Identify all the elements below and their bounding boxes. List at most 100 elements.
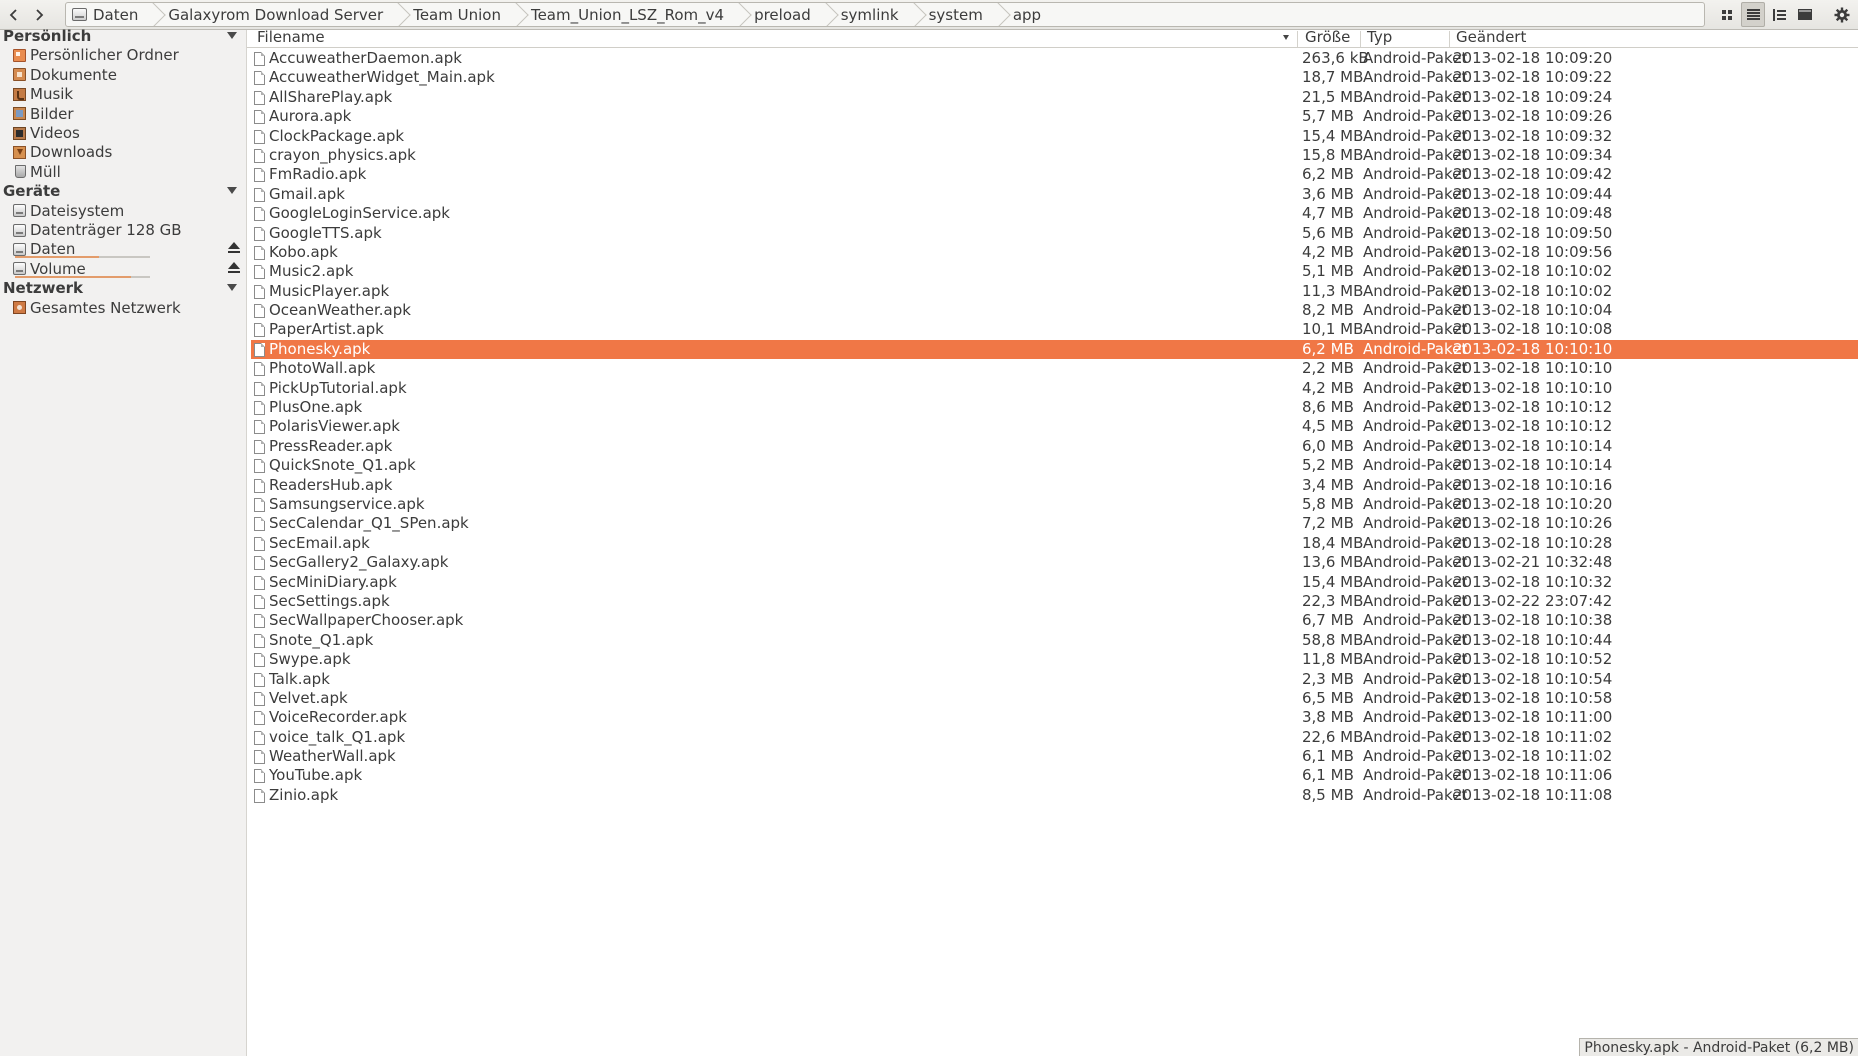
sidebar-item-persönlicher-ordner[interactable]: Persönlicher Ordner <box>13 45 243 65</box>
eject-icon[interactable] <box>228 242 240 254</box>
table-row[interactable]: crayon_physics.apk 15,8 MB Android-Paket 20… <box>251 146 1858 165</box>
sidebar-section-header[interactable]: Geräte <box>3 180 243 202</box>
sidebar-section-header[interactable]: Persönlich <box>3 25 243 47</box>
table-row[interactable]: Phonesky.apk 6,2 MB Android-Paket 2013-02-1… <box>251 339 1858 360</box>
table-row[interactable]: QuickSnote_Q1.apk 5,2 MB Android-Paket 2013… <box>251 456 1858 475</box>
table-row[interactable]: Kobo.apk 4,2 MB Android-Paket 2013-02-18 10… <box>251 243 1858 262</box>
table-row[interactable]: Music2.apk 5,1 MB Android-Paket 2013-02-18 … <box>251 262 1858 281</box>
table-row[interactable]: Velvet.apk 6,5 MB Android-Paket 2013-02-18 … <box>251 689 1858 708</box>
sidebar-item-müll[interactable]: Müll <box>13 162 243 182</box>
file-name: PhotoWall.apk <box>269 359 376 378</box>
table-row[interactable]: ReadersHub.apk 3,4 MB Android-Paket 2013-02… <box>251 476 1858 495</box>
table-row[interactable]: ClockPackage.apk 15,4 MB Android-Paket 2013… <box>251 127 1858 146</box>
breadcrumb-item[interactable]: system <box>917 3 1001 26</box>
file-name: WeatherWall.apk <box>269 747 396 766</box>
table-row[interactable]: AccuweatherDaemon.apk 263,6 kB Android-Pak… <box>251 49 1858 68</box>
column-size[interactable]: Größe <box>1305 30 1350 47</box>
breadcrumb-item[interactable]: preload <box>742 3 829 26</box>
table-row[interactable]: PolarisViewer.apk 4,5 MB Android-Paket 2013… <box>251 417 1858 436</box>
table-row[interactable]: GoogleLoginService.apk 4,7 MB Android-Pake… <box>251 204 1858 223</box>
eject-icon[interactable] <box>228 261 240 274</box>
sidebar-item-dokumente[interactable]: Dokumente <box>13 65 243 85</box>
toolbar: Daten Galaxyrom Download Server Team Union… <box>0 0 1858 30</box>
table-row[interactable]: PlusOne.apk 8,6 MB Android-Paket 2013-02-18… <box>251 398 1858 417</box>
sidebar-item-datenträger-128-gb[interactable]: Datenträger 128 GB <box>13 220 243 240</box>
file-modified: 2013-02-18 10:10:10 <box>1453 378 1613 397</box>
table-row[interactable]: SecSettings.apk 22,3 MB Android-Paket 2013-… <box>251 592 1858 611</box>
list-view-button[interactable] <box>1741 2 1765 27</box>
sidebar-item-downloads[interactable]: Downloads <box>13 142 243 162</box>
column-separator[interactable] <box>1297 31 1298 47</box>
table-row[interactable]: SecGallery2_Galaxy.apk 13,6 MB Android-Pak… <box>251 553 1858 572</box>
sidebar-item-bilder[interactable]: Bilder <box>13 104 243 124</box>
table-row[interactable]: WeatherWall.apk 6,1 MB Android-Paket 2013-0… <box>251 747 1858 766</box>
breadcrumb-item[interactable]: Team_Union_LSZ_Rom_v4 <box>519 3 742 26</box>
file-size: 15,8 MB <box>1302 145 1364 164</box>
table-row[interactable]: Gmail.apk 3,6 MB Android-Paket 2013-02-18 1… <box>251 185 1858 204</box>
breadcrumb-item[interactable]: app <box>1001 3 1059 26</box>
column-filename[interactable]: Filename <box>257 30 325 47</box>
sidebar-item-gesamtes-netzwerk[interactable]: Gesamtes Netzwerk <box>13 298 243 318</box>
breadcrumb-item[interactable]: Daten <box>66 3 156 26</box>
sidebar-item-dateisystem[interactable]: Dateisystem <box>13 201 243 221</box>
table-row[interactable]: voice_talk_Q1.apk 22,6 MB Android-Paket 201… <box>251 728 1858 747</box>
file-icon <box>254 207 265 222</box>
table-row[interactable]: Talk.apk 2,3 MB Android-Paket 2013-02-18 10… <box>251 670 1858 689</box>
file-modified: 2013-02-18 10:09:56 <box>1453 242 1613 261</box>
file-modified: 2013-02-18 10:10:14 <box>1453 456 1613 475</box>
table-row[interactable]: Aurora.apk 5,7 MB Android-Paket 2013-02-18 … <box>251 107 1858 126</box>
settings-button[interactable] <box>1830 2 1854 27</box>
compact-view-button[interactable] <box>1767 2 1791 27</box>
file-type: Android-Paket <box>1363 669 1468 688</box>
breadcrumb-item[interactable]: Galaxyrom Download Server <box>156 3 401 26</box>
table-row[interactable]: YouTube.apk 6,1 MB Android-Paket 2013-02-18… <box>251 766 1858 785</box>
file-type: Android-Paket <box>1363 514 1468 533</box>
sidebar-section-title: Netzwerk <box>3 279 84 298</box>
table-row[interactable]: SecMiniDiary.apk 15,4 MB Android-Paket 2013… <box>251 573 1858 592</box>
sidebar-item-label: Dokumente <box>30 65 117 84</box>
table-row[interactable]: Swype.apk 11,8 MB Android-Paket 2013-02-18 … <box>251 650 1858 669</box>
collapse-arrow-icon[interactable] <box>227 32 237 39</box>
column-separator[interactable] <box>1360 31 1361 47</box>
table-row[interactable]: PhotoWall.apk 2,2 MB Android-Paket 2013-02-… <box>251 359 1858 378</box>
table-row[interactable]: SecEmail.apk 18,4 MB Android-Paket 2013-02-… <box>251 534 1858 553</box>
column-modified[interactable]: Geändert <box>1456 30 1526 47</box>
collapse-arrow-icon[interactable] <box>227 187 237 195</box>
breadcrumb-label: app <box>1012 5 1042 24</box>
column-separator[interactable] <box>1449 31 1450 47</box>
breadcrumb-item[interactable]: Team Union <box>401 3 519 26</box>
table-row[interactable]: AllSharePlay.apk 21,5 MB Android-Paket 2013… <box>251 88 1858 107</box>
sidebar-item-videos[interactable]: Videos <box>13 123 243 143</box>
table-row[interactable]: AccuweatherWidget_Main.apk 18,7 MB Android… <box>251 68 1858 87</box>
downloads-folder-icon <box>13 145 26 159</box>
collapse-arrow-icon[interactable] <box>227 284 237 292</box>
file-modified: 2013-02-18 10:10:20 <box>1453 494 1613 513</box>
table-row[interactable]: SecWallpaperChooser.apk 6,7 MB Android-Pak… <box>251 611 1858 630</box>
file-size: 2,3 MB <box>1302 669 1354 688</box>
preview-button[interactable] <box>1793 2 1817 27</box>
file-icon <box>254 633 265 648</box>
column-type[interactable]: Typ <box>1367 30 1392 47</box>
table-row[interactable]: SecCalendar_Q1_SPen.apk 7,2 MB Android-Pak… <box>251 514 1858 533</box>
file-icon <box>254 362 265 377</box>
sidebar-item-label: Datenträger 128 GB <box>30 221 182 239</box>
table-row[interactable]: MusicPlayer.apk 11,3 MB Android-Paket 2013-… <box>251 282 1858 301</box>
table-row[interactable]: PaperArtist.apk 10,1 MB Android-Paket 2013-… <box>251 320 1858 339</box>
table-row[interactable]: VoiceRecorder.apk 3,8 MB Android-Paket 2013… <box>251 708 1858 727</box>
table-row[interactable]: Zinio.apk 8,5 MB Android-Paket 2013-02-18 1… <box>251 786 1858 805</box>
icon-view-button[interactable] <box>1715 2 1739 27</box>
table-row[interactable]: OceanWeather.apk 8,2 MB Android-Paket 2013-… <box>251 301 1858 320</box>
table-row[interactable]: PickUpTutorial.apk 4,2 MB Android-Paket 201… <box>251 379 1858 398</box>
table-row[interactable]: Snote_Q1.apk 58,8 MB Android-Paket 2013-02-… <box>251 631 1858 650</box>
table-row[interactable]: PressReader.apk 6,0 MB Android-Paket 2013-0… <box>251 437 1858 456</box>
breadcrumb-item[interactable]: symlink <box>829 3 917 26</box>
table-row[interactable]: Samsungservice.apk 5,8 MB Android-Paket 201… <box>251 495 1858 514</box>
file-size: 6,2 MB <box>1302 339 1354 358</box>
breadcrumb-label: preload <box>754 5 811 24</box>
sidebar-section-header[interactable]: Netzwerk <box>3 277 243 299</box>
file-size: 11,3 MB <box>1302 281 1364 300</box>
sidebar-item-musik[interactable]: Musik <box>13 84 243 104</box>
table-row[interactable]: FmRadio.apk 6,2 MB Android-Paket 2013-02-18… <box>251 165 1858 184</box>
file-name: ReadersHub.apk <box>269 475 393 494</box>
table-row[interactable]: GoogleTTS.apk 5,6 MB Android-Paket 2013-02-… <box>251 224 1858 243</box>
